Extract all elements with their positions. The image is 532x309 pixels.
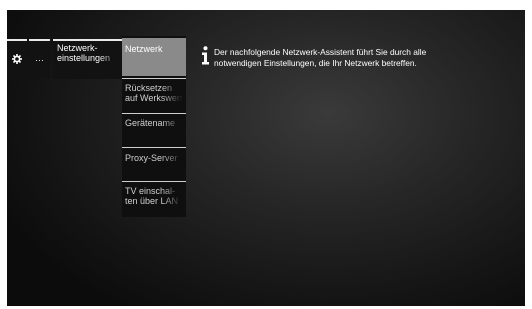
- menu-item-label-line2: ten über LAN: [125, 196, 179, 206]
- gear-icon: [12, 51, 22, 69]
- breadcrumb-label-line2: einstellungen: [57, 53, 111, 63]
- menu-item-netzwerk[interactable]: Netzwerk: [122, 38, 186, 76]
- menu-item-label: TV einschal-: [125, 186, 176, 196]
- info-text: Der nachfolgende Netzwerk-Assistent führ…: [214, 47, 427, 68]
- settings-breadcrumb[interactable]: [7, 39, 27, 79]
- menu-item-label: Netzwerk: [125, 44, 163, 54]
- info-icon: [200, 46, 210, 65]
- menu-item-geraetename[interactable]: Gerätename: [122, 113, 186, 147]
- menu-item-proxy-server[interactable]: Proxy-Server: [122, 147, 186, 181]
- menu-item-label: Gerätename: [125, 118, 176, 128]
- more-dots: ···: [35, 55, 44, 65]
- menu-item-ruecksetzen[interactable]: Rücksetzen auf Werkswerte: [122, 78, 186, 113]
- breadcrumb-network-settings[interactable]: Netzwerk- einstellungen: [53, 39, 123, 79]
- submenu: Netzwerk Rücksetzen auf Werkswerte Gerät…: [122, 36, 186, 217]
- menu-item-label-line2: auf Werkswerte: [125, 93, 186, 103]
- menu-item-label: Proxy-Server: [125, 153, 178, 163]
- breadcrumb-label-line1: Netzwerk-: [57, 43, 98, 53]
- menu-item-label: Rücksetzen: [125, 83, 173, 93]
- tv-screen: ··· Netzwerk- einstellungen Netzwerk Rüc…: [7, 10, 525, 306]
- menu-item-tv-einschalten[interactable]: TV einschal- ten über LAN: [122, 181, 186, 217]
- breadcrumb-more[interactable]: ···: [29, 39, 50, 79]
- info-panel: Der nachfolgende Netzwerk-Assistent führ…: [200, 46, 500, 68]
